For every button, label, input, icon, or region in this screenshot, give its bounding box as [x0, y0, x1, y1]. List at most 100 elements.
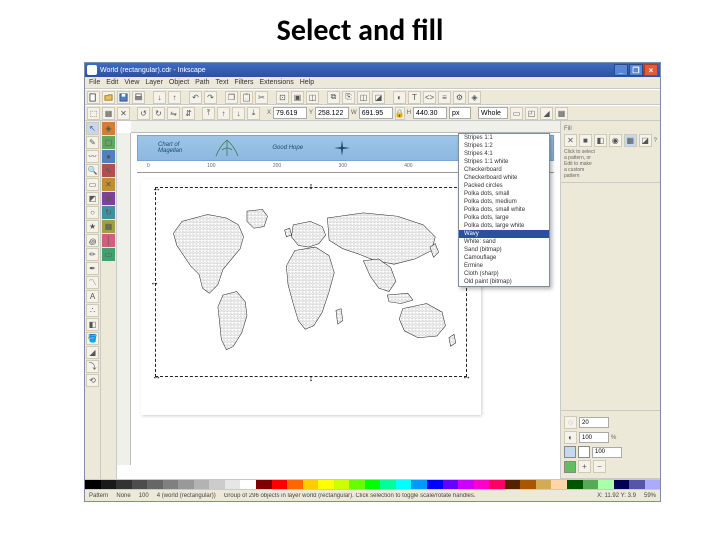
w-field[interactable]: 691.95: [359, 107, 393, 119]
palette-swatch[interactable]: [598, 480, 614, 489]
x-field[interactable]: 79.619: [273, 107, 307, 119]
pencil-tool[interactable]: ✏: [86, 248, 99, 261]
ellipse-tool[interactable]: ○: [86, 206, 99, 219]
fill-flat-button[interactable]: ■: [579, 134, 592, 147]
snap-intersect-button[interactable]: ✕: [102, 178, 115, 191]
zoom-sel-button[interactable]: ◫: [306, 91, 319, 104]
menu-text[interactable]: Text: [216, 79, 229, 86]
pen-tool[interactable]: ✒: [86, 262, 99, 275]
affect-pattern-button[interactable]: ▦: [555, 107, 568, 120]
pattern-item[interactable]: Polka dots, medium: [459, 198, 549, 206]
cut-button[interactable]: ✂: [255, 91, 268, 104]
zoom-fit-button[interactable]: ⊡: [276, 91, 289, 104]
status-layer[interactable]: 4 (world (rectangular)): [157, 493, 216, 499]
palette-swatch[interactable]: [380, 480, 396, 489]
lock-aspect-button[interactable]: 🔒: [395, 107, 405, 120]
handle-ml[interactable]: ↔: [150, 278, 158, 286]
palette-swatch[interactable]: [411, 480, 427, 489]
lower-button[interactable]: ↓: [232, 107, 245, 120]
affect-stroke-button[interactable]: ▭: [510, 107, 523, 120]
align-button[interactable]: ≡: [438, 91, 451, 104]
units-select[interactable]: px: [449, 107, 471, 119]
pattern-item[interactable]: Stripes 1:2: [459, 142, 549, 150]
palette-swatch[interactable]: [396, 480, 412, 489]
fill-linear-button[interactable]: ◧: [594, 134, 607, 147]
menu-filters[interactable]: Filters: [234, 79, 253, 86]
palette-swatch[interactable]: [614, 480, 630, 489]
ungroup-button[interactable]: ◪: [372, 91, 385, 104]
handle-br[interactable]: ↔: [462, 372, 470, 380]
paste-button[interactable]: 📋: [240, 91, 253, 104]
layer-add-button[interactable]: +: [578, 460, 591, 473]
pattern-item[interactable]: Checkerboard: [459, 166, 549, 174]
undo-button[interactable]: ↶: [189, 91, 202, 104]
blur-spinner[interactable]: 20: [579, 417, 609, 428]
lower-bottom-button[interactable]: ⤓: [247, 107, 260, 120]
pattern-item[interactable]: Polka dots, small: [459, 190, 549, 198]
snap-center-button[interactable]: ⊕: [102, 192, 115, 205]
raise-button[interactable]: ↑: [217, 107, 230, 120]
menu-extensions[interactable]: Extensions: [259, 79, 293, 86]
palette-swatch[interactable]: [520, 480, 536, 489]
rect-tool[interactable]: ▭: [86, 178, 99, 191]
fill-swatch[interactable]: [564, 446, 576, 458]
spray-tool[interactable]: ∴: [86, 304, 99, 317]
palette-swatch[interactable]: [318, 480, 334, 489]
palette-swatch[interactable]: [567, 480, 583, 489]
xml-button[interactable]: <>: [423, 91, 436, 104]
menu-path[interactable]: Path: [195, 79, 209, 86]
bucket-tool[interactable]: 🪣: [86, 332, 99, 345]
pattern-item-selected[interactable]: Wavy: [459, 230, 549, 238]
palette-swatch[interactable]: [209, 480, 225, 489]
affect-corner-button[interactable]: ◰: [525, 107, 538, 120]
pattern-item[interactable]: Sand (bitmap): [459, 246, 549, 254]
palette-swatch[interactable]: [443, 480, 459, 489]
world-map-object[interactable]: [158, 198, 466, 368]
green-swatch[interactable]: [564, 461, 576, 473]
palette-swatch[interactable]: [551, 480, 567, 489]
palette-swatch[interactable]: [272, 480, 288, 489]
palette-swatch[interactable]: [225, 480, 241, 489]
pattern-item[interactable]: Old paint (bitmap): [459, 278, 549, 286]
snap-bbox-button[interactable]: ▢: [102, 136, 115, 149]
palette-swatch[interactable]: [147, 480, 163, 489]
snap-guide-button[interactable]: │: [102, 234, 115, 247]
color-palette[interactable]: [85, 479, 660, 489]
rotate-ccw-button[interactable]: ↺: [137, 107, 150, 120]
import-button[interactable]: ↓: [153, 91, 166, 104]
zoom-page-button[interactable]: ▣: [291, 91, 304, 104]
pattern-item[interactable]: Checkerboard white: [459, 174, 549, 182]
pattern-item[interactable]: Polka dots, small white: [459, 206, 549, 214]
zoom-preset[interactable]: Whole: [478, 107, 508, 119]
node-tool[interactable]: ✎: [86, 136, 99, 149]
palette-swatch[interactable]: [132, 480, 148, 489]
snap-path-button[interactable]: ∿: [102, 164, 115, 177]
palette-swatch[interactable]: [536, 480, 552, 489]
group-button[interactable]: ◫: [357, 91, 370, 104]
palette-swatch[interactable]: [645, 480, 661, 489]
snap-rotation-button[interactable]: ↻: [102, 206, 115, 219]
flip-v-button[interactable]: ⇵: [182, 107, 195, 120]
menu-edit[interactable]: Edit: [106, 79, 118, 86]
deselect-button[interactable]: ✕: [117, 107, 130, 120]
eraser-tool[interactable]: ◧: [86, 318, 99, 331]
menu-layer[interactable]: Layer: [145, 79, 163, 86]
palette-swatch[interactable]: [85, 480, 101, 489]
zoom-tool[interactable]: 🔍: [86, 164, 99, 177]
text-dialog-button[interactable]: T: [408, 91, 421, 104]
snap-enable-button[interactable]: ◈: [102, 122, 115, 135]
text-tool[interactable]: A: [86, 290, 99, 303]
calligraphy-tool[interactable]: 〽: [86, 276, 99, 289]
palette-swatch[interactable]: [489, 480, 505, 489]
pattern-item[interactable]: Polka dots, large: [459, 214, 549, 222]
fill-pattern-button[interactable]: ▦: [624, 134, 637, 147]
handle-tm[interactable]: ↕: [307, 182, 315, 190]
palette-swatch[interactable]: [629, 480, 645, 489]
star-tool[interactable]: ★: [86, 220, 99, 233]
pattern-item[interactable]: White: sand: [459, 238, 549, 246]
prefs-button[interactable]: ⚙: [453, 91, 466, 104]
fill-stroke-button[interactable]: ◐: [393, 91, 406, 104]
affect-gradient-button[interactable]: ◢: [540, 107, 553, 120]
palette-swatch[interactable]: [583, 480, 599, 489]
new-button[interactable]: [87, 91, 100, 104]
